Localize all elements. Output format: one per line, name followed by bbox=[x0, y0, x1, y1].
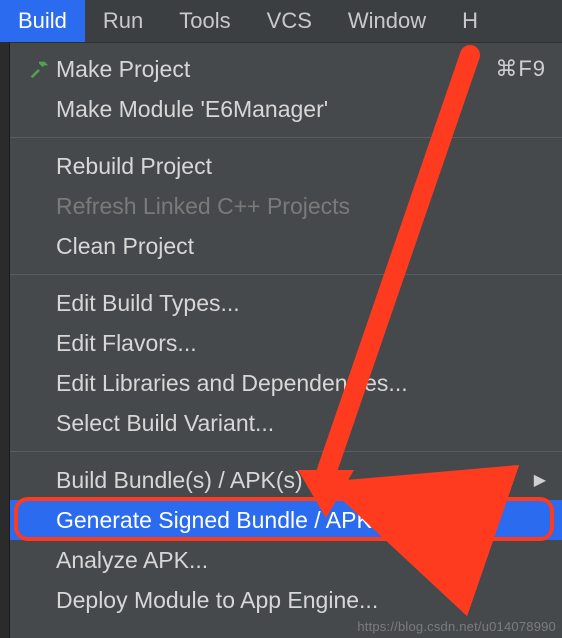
menubar-item-build[interactable]: Build bbox=[0, 0, 85, 42]
menubar-item-label: VCS bbox=[267, 8, 312, 34]
watermark-text: https://blog.csdn.net/u014078990 bbox=[357, 619, 556, 634]
menu-separator bbox=[10, 274, 562, 275]
menu-item-make-project[interactable]: Make Project ⌘F9 bbox=[10, 49, 562, 89]
menu-item-label: Build Bundle(s) / APK(s) bbox=[56, 467, 524, 494]
menu-item-label: Make Module 'E6Manager' bbox=[56, 96, 546, 123]
menu-item-edit-build-types[interactable]: Edit Build Types... bbox=[10, 283, 562, 323]
menu-item-label: Clean Project bbox=[56, 233, 546, 260]
editor-gutter-strip bbox=[0, 42, 10, 638]
menu-item-clean-project[interactable]: Clean Project bbox=[10, 226, 562, 266]
menu-item-label: Edit Build Types... bbox=[56, 290, 546, 317]
build-menu-dropdown: Make Project ⌘F9 Make Module 'E6Manager' Re… bbox=[10, 42, 562, 638]
menu-item-deploy-module-to-app-engine[interactable]: Deploy Module to App Engine... bbox=[10, 580, 562, 620]
menu-item-label: Make Project bbox=[56, 56, 483, 83]
menu-item-rebuild-project[interactable]: Rebuild Project bbox=[10, 146, 562, 186]
menu-item-label: Generate Signed Bundle / APK... bbox=[56, 507, 546, 534]
menubar-item-tools[interactable]: Tools bbox=[161, 0, 248, 42]
menu-item-edit-flavors[interactable]: Edit Flavors... bbox=[10, 323, 562, 363]
menubar-item-window[interactable]: Window bbox=[330, 0, 444, 42]
menubar-item-run[interactable]: Run bbox=[85, 0, 161, 42]
menu-item-label: Edit Libraries and Dependencies... bbox=[56, 370, 546, 397]
menu-item-shortcut: ⌘F9 bbox=[495, 56, 546, 82]
menu-item-build-bundle-s-apk-s[interactable]: Build Bundle(s) / APK(s) ▶ bbox=[10, 460, 562, 500]
menu-item-refresh-linked-c-projects: Refresh Linked C++ Projects bbox=[10, 186, 562, 226]
menu-item-make-module-e6manager[interactable]: Make Module 'E6Manager' bbox=[10, 89, 562, 129]
menubar-item-label: Window bbox=[348, 8, 426, 34]
menubar-item-label: Run bbox=[103, 8, 143, 34]
menu-item-label: Refresh Linked C++ Projects bbox=[56, 193, 546, 220]
menu-separator bbox=[10, 137, 562, 138]
menu-item-label: Analyze APK... bbox=[56, 547, 546, 574]
menu-separator bbox=[10, 451, 562, 452]
menubar-item-vcs[interactable]: VCS bbox=[249, 0, 330, 42]
submenu-arrow-icon: ▶ bbox=[534, 470, 546, 490]
menu-item-label: Edit Flavors... bbox=[56, 330, 546, 357]
menu-item-analyze-apk[interactable]: Analyze APK... bbox=[10, 540, 562, 580]
menu-item-label: Deploy Module to App Engine... bbox=[56, 587, 546, 614]
menubar-item-label: Tools bbox=[179, 8, 230, 34]
menubar-item-label: Build bbox=[18, 8, 67, 34]
menubar: Build Run Tools VCS Window H bbox=[0, 0, 562, 42]
menubar-item-h[interactable]: H bbox=[444, 0, 496, 42]
menu-item-generate-signed-bundle-apk[interactable]: Generate Signed Bundle / APK... bbox=[10, 500, 562, 540]
menu-item-label: Select Build Variant... bbox=[56, 410, 546, 437]
menu-item-label: Rebuild Project bbox=[56, 153, 546, 180]
menubar-item-label: H bbox=[462, 8, 478, 34]
menu-item-select-build-variant[interactable]: Select Build Variant... bbox=[10, 403, 562, 443]
menu-item-edit-libraries-and-dependencies[interactable]: Edit Libraries and Dependencies... bbox=[10, 363, 562, 403]
hammer-icon bbox=[22, 58, 56, 80]
